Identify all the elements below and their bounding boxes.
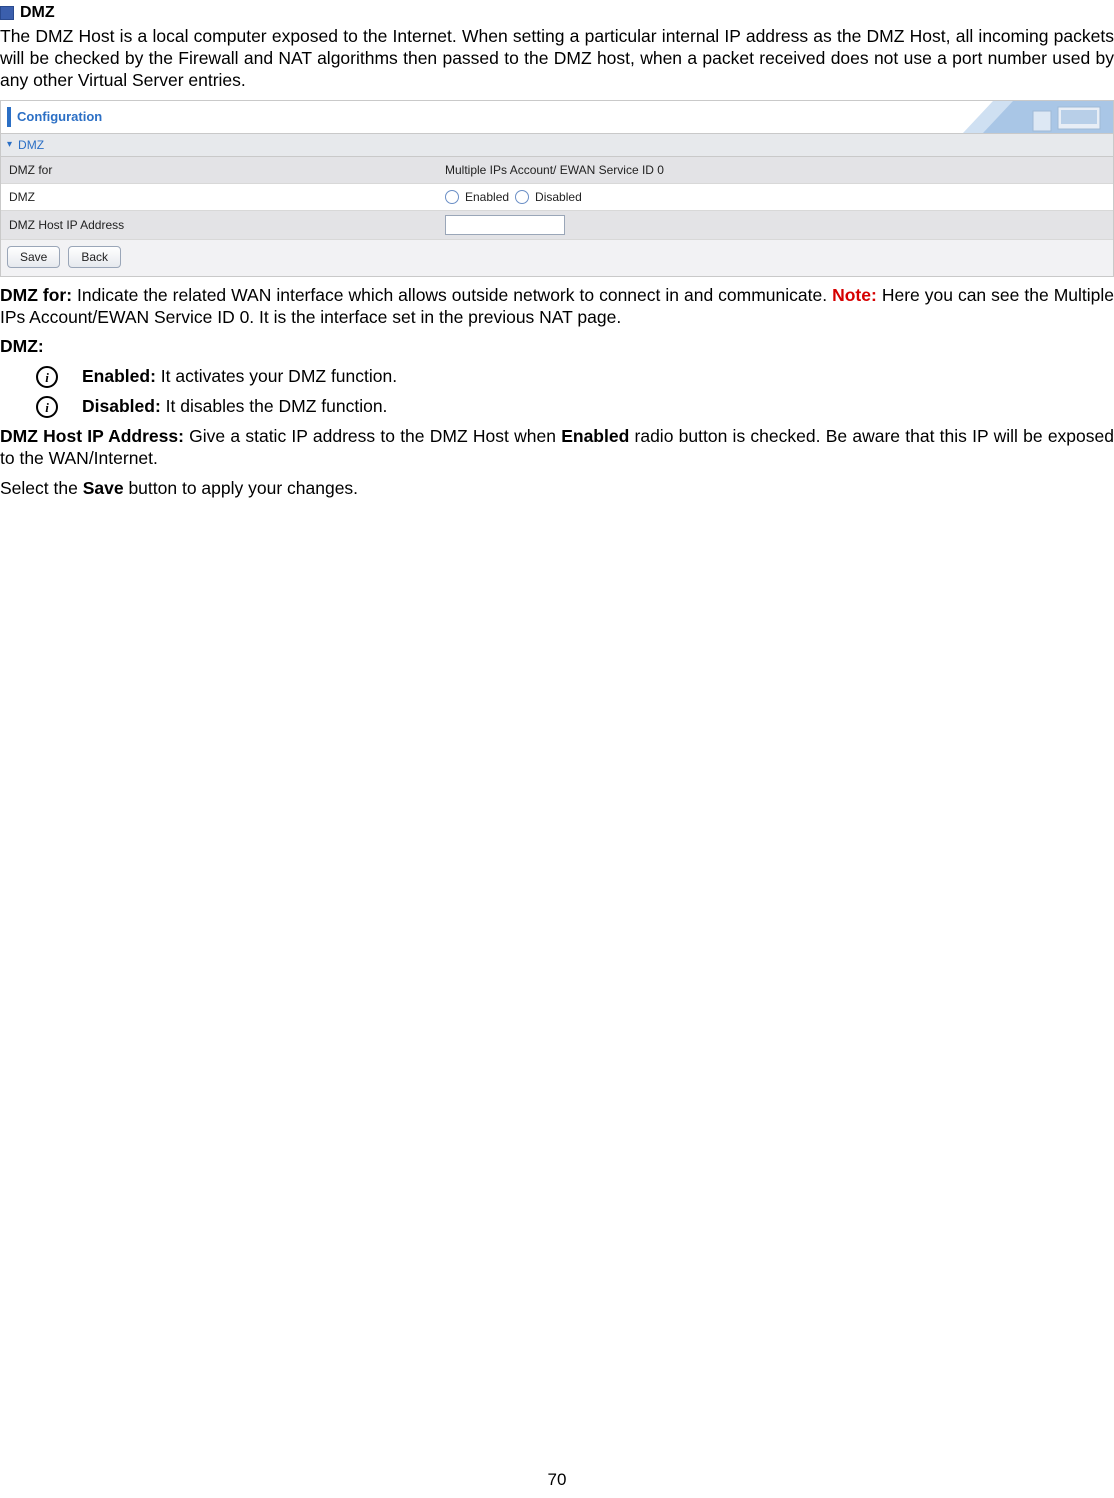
config-panel: Configuration ▾ DMZ DMZ for Multiple IPs… xyxy=(0,100,1114,277)
radio-enabled[interactable] xyxy=(445,190,459,204)
desc-dmz-label: DMZ: xyxy=(0,336,1114,358)
desc-dmz-for-text: Indicate the related WAN interface which… xyxy=(72,285,832,305)
row-dmz: DMZ Enabled Disabled xyxy=(1,184,1113,211)
info-icon: i xyxy=(36,396,58,418)
panel-sub-title: DMZ xyxy=(18,138,44,152)
chevron-down-icon: ▾ xyxy=(7,139,12,150)
desc-host-text1: Give a static IP address to the DMZ Host… xyxy=(184,426,561,446)
bullet-list: i Enabled: It activates your DMZ functio… xyxy=(36,366,1114,418)
panel-header-left: Configuration xyxy=(1,107,102,127)
label-dmz: DMZ xyxy=(1,186,437,208)
radio-disabled-label: Disabled xyxy=(535,190,582,204)
desc-host-label: DMZ Host IP Address: xyxy=(0,426,184,446)
panel-header: Configuration xyxy=(1,101,1113,134)
back-button[interactable]: Back xyxy=(68,246,121,268)
host-ip-input[interactable] xyxy=(445,215,565,235)
value-dmz: Enabled Disabled xyxy=(437,186,590,208)
bullet-disabled-body: It disables the DMZ function. xyxy=(161,396,388,416)
radio-enabled-label: Enabled xyxy=(465,190,509,204)
bullet-enabled-body: It activates your DMZ function. xyxy=(156,366,397,386)
bullet-enabled-label: Enabled: xyxy=(82,366,156,386)
panel-subheader[interactable]: ▾ DMZ xyxy=(1,134,1113,157)
button-row: Save Back xyxy=(1,240,1113,276)
value-dmz-for: Multiple IPs Account/ EWAN Service ID 0 xyxy=(437,159,672,181)
bullet-disabled: i Disabled: It disables the DMZ function… xyxy=(36,396,1114,418)
save-button[interactable]: Save xyxy=(7,246,60,268)
bullet-disabled-label: Disabled: xyxy=(82,396,161,416)
section-heading-row: DMZ xyxy=(0,4,1114,22)
bullet-enabled-text: Enabled: It activates your DMZ function. xyxy=(82,366,397,387)
desc-save-bold: Save xyxy=(83,478,124,498)
note-label: Note: xyxy=(832,285,877,305)
section-title: DMZ xyxy=(20,4,55,22)
dmz-label-text: DMZ: xyxy=(0,336,44,356)
header-graphic-icon xyxy=(963,101,1113,133)
desc-host-ip: DMZ Host IP Address: Give a static IP ad… xyxy=(0,426,1114,470)
bullet-disabled-text: Disabled: It disables the DMZ function. xyxy=(82,396,387,417)
bullet-enabled: i Enabled: It activates your DMZ functio… xyxy=(36,366,1114,388)
desc-dmz-for: DMZ for: Indicate the related WAN interf… xyxy=(0,285,1114,329)
row-dmz-for: DMZ for Multiple IPs Account/ EWAN Servi… xyxy=(1,157,1113,184)
page-number: 70 xyxy=(0,1470,1114,1490)
config-title: Configuration xyxy=(17,109,102,124)
radio-disabled[interactable] xyxy=(515,190,529,204)
label-host-ip: DMZ Host IP Address xyxy=(1,214,437,236)
desc-save-text2: button to apply your changes. xyxy=(124,478,358,498)
row-host-ip: DMZ Host IP Address xyxy=(1,211,1113,240)
square-bullet-icon xyxy=(0,6,14,20)
desc-save: Select the Save button to apply your cha… xyxy=(0,478,1114,500)
info-icon: i xyxy=(36,366,58,388)
desc-host-bold: Enabled xyxy=(561,426,629,446)
value-host-ip xyxy=(437,211,573,239)
blue-bar-icon xyxy=(7,107,11,127)
desc-dmz-for-label: DMZ for: xyxy=(0,285,72,305)
label-dmz-for: DMZ for xyxy=(1,159,437,181)
desc-save-text1: Select the xyxy=(0,478,83,498)
intro-paragraph: The DMZ Host is a local computer exposed… xyxy=(0,26,1114,92)
